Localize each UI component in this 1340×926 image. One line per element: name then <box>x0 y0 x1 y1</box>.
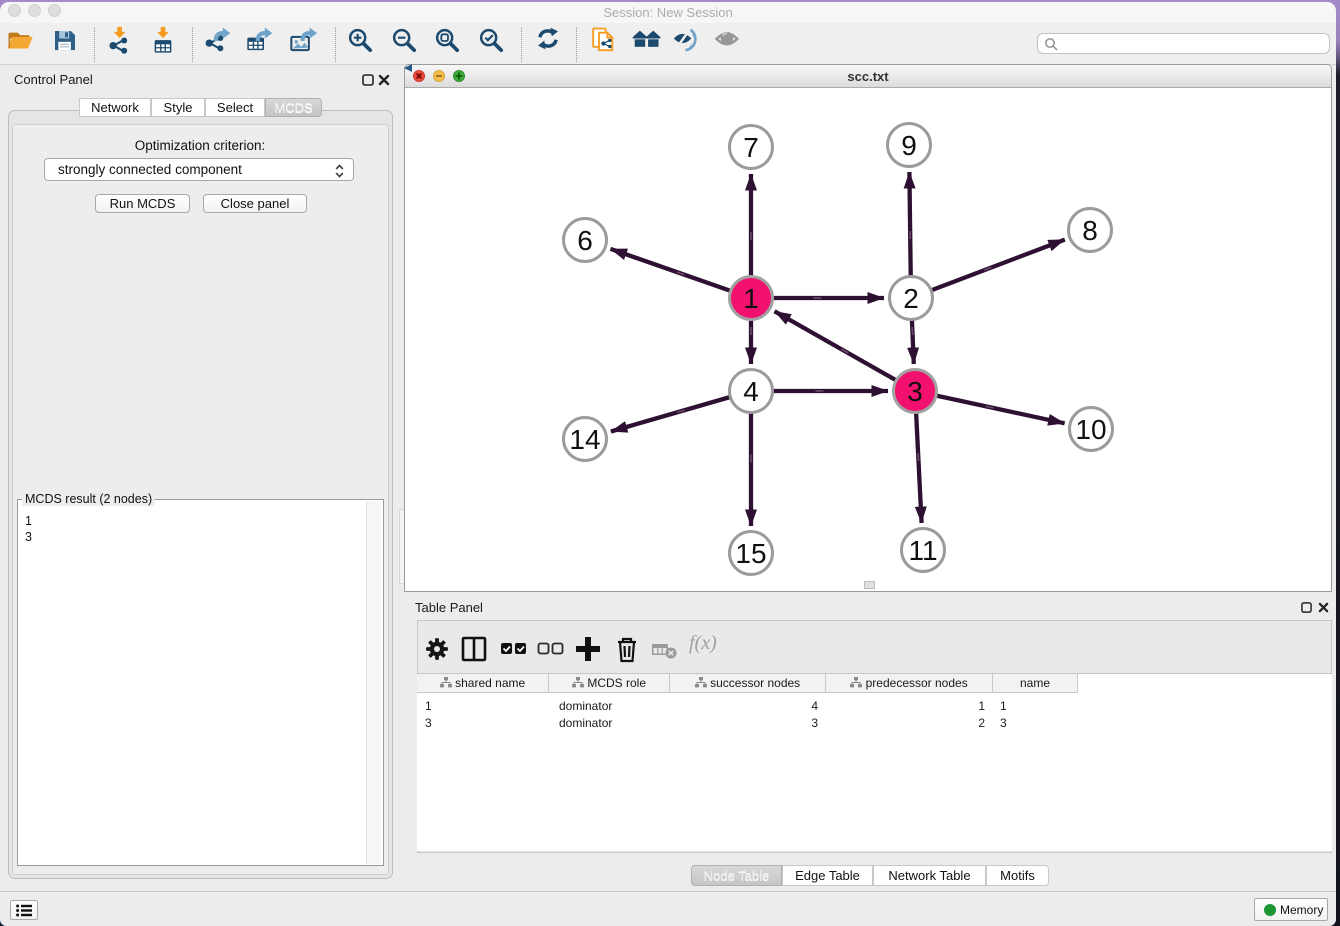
svg-text:3: 3 <box>907 376 923 407</box>
svg-text:14: 14 <box>569 424 600 455</box>
svg-text:8: 8 <box>1082 215 1098 246</box>
svg-text:15: 15 <box>735 538 766 569</box>
svg-text:6: 6 <box>577 225 593 256</box>
svg-text:1: 1 <box>743 283 759 314</box>
svg-text:7: 7 <box>743 132 759 163</box>
svg-text:10: 10 <box>1075 414 1106 445</box>
svg-text:2: 2 <box>903 283 919 314</box>
svg-text:11: 11 <box>908 535 937 566</box>
svg-text:4: 4 <box>743 376 759 407</box>
svg-text:9: 9 <box>901 130 917 161</box>
